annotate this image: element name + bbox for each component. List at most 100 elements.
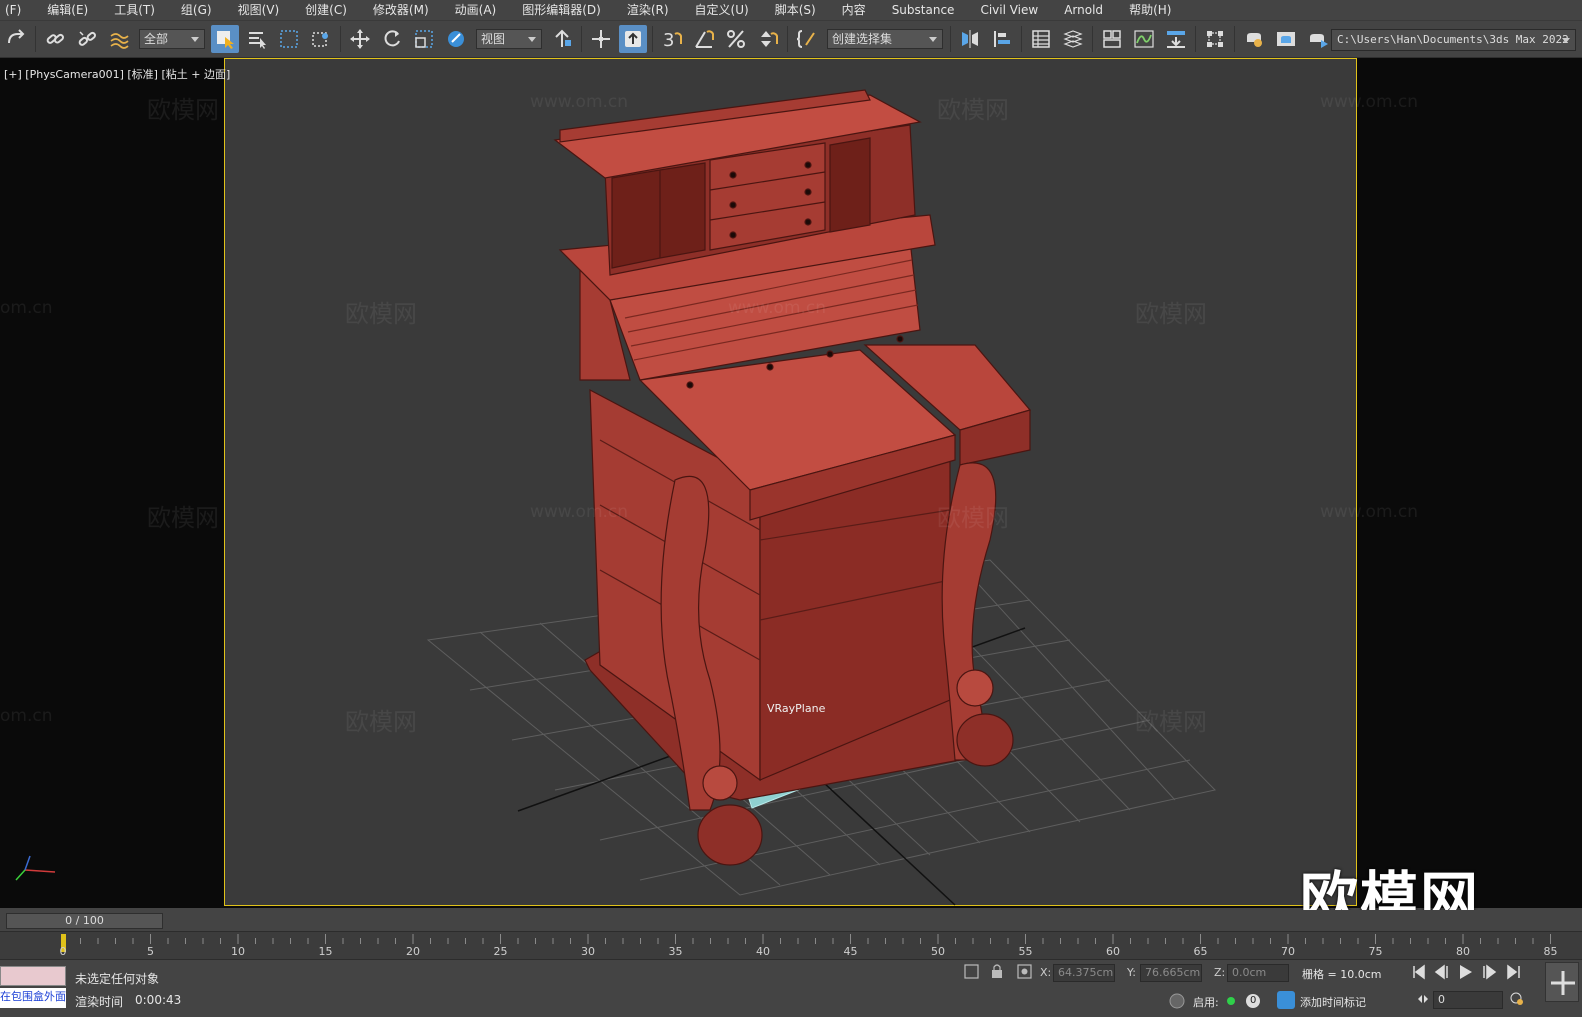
maxscript-listener-field[interactable] xyxy=(0,966,66,986)
maxscript-output[interactable]: 在包围盒外面 xyxy=(0,988,66,1008)
menu-item[interactable]: 脚本(S) xyxy=(762,0,829,20)
render-time-label: 渲染时间 xyxy=(75,995,124,1009)
adaptive-degradation xyxy=(1169,993,1260,1009)
timeline-tick-label: 55 xyxy=(1018,945,1033,958)
x-coordinate-label: X: xyxy=(1040,966,1052,979)
play-icon xyxy=(1460,965,1472,979)
named-selection-dropdown[interactable]: 创建选择集 xyxy=(827,29,943,49)
selection-filter-dropdown[interactable]: 全部 xyxy=(139,29,205,49)
x-coordinate-field[interactable]: 64.375cm xyxy=(1053,964,1115,982)
menu-item[interactable]: Substance xyxy=(879,0,968,20)
project-folder-dropdown[interactable]: C:\Users\Han\Documents\3ds Max 2022 xyxy=(1331,29,1576,51)
toolbar-separator xyxy=(35,26,36,52)
menu-item[interactable]: 动画(A) xyxy=(442,0,510,20)
toggle-ribbon-icon[interactable] xyxy=(1098,25,1126,53)
window-crossing-icon[interactable] xyxy=(307,25,335,53)
place-icon[interactable] xyxy=(442,25,470,53)
bind-space-warp-icon[interactable] xyxy=(105,25,133,53)
mirror-icon[interactable] xyxy=(956,25,984,53)
create-panel-button[interactable] xyxy=(1545,962,1579,1002)
menu-item[interactable]: 视图(V) xyxy=(225,0,293,20)
add-time-tag[interactable]: 添加时间标记 xyxy=(1300,994,1366,1010)
timeline-tick-label: 10 xyxy=(231,945,245,958)
menu-item[interactable]: 图形编辑器(D) xyxy=(509,0,614,20)
status-icons xyxy=(964,964,1032,979)
timeline-tick-label: 5 xyxy=(147,945,154,958)
rendered-frame-window-icon[interactable] xyxy=(1272,25,1300,53)
menu-item[interactable]: 组(G) xyxy=(168,0,225,20)
time-slider[interactable]: 0 / 100 xyxy=(6,913,163,929)
rotate-icon[interactable] xyxy=(378,25,406,53)
angle-snap-icon[interactable] xyxy=(690,25,718,53)
timeline-tick-label: 45 xyxy=(843,945,858,958)
svg-text:3: 3 xyxy=(663,30,674,50)
timeline-tick-label: 0 xyxy=(59,945,67,958)
toolbar-separator xyxy=(1195,26,1196,52)
layer-explorer-icon[interactable] xyxy=(1059,25,1087,53)
redo-icon[interactable] xyxy=(2,25,30,53)
snaps-toggle-icon[interactable]: 3 xyxy=(658,25,686,53)
adaptive-degradation-icon xyxy=(1169,993,1185,1009)
menu-item[interactable]: 渲染(R) xyxy=(614,0,682,20)
align-icon[interactable] xyxy=(988,25,1016,53)
menu-item[interactable]: Arnold xyxy=(1051,0,1116,20)
menu-item[interactable]: 自定义(U) xyxy=(682,0,762,20)
menu-item[interactable]: 工具(T) xyxy=(101,0,168,20)
rectangular-selection-icon[interactable] xyxy=(275,25,303,53)
move-icon[interactable] xyxy=(346,25,374,53)
scene-explorer-icon[interactable] xyxy=(1027,25,1055,53)
keyboard-shortcut-override-icon[interactable] xyxy=(619,25,647,53)
current-frame-spinner[interactable]: 0 xyxy=(1433,991,1503,1009)
viewport-label[interactable]: [+] [PhysCamera001] [标准] [粘土 + 边面] xyxy=(4,66,230,82)
time-tag-icon[interactable] xyxy=(1277,991,1295,1009)
timeline-tick-label: 65 xyxy=(1193,945,1208,958)
timeline-tick-label: 80 xyxy=(1456,945,1470,958)
material-editor-icon[interactable] xyxy=(1201,25,1229,53)
timeline-tick-label: 30 xyxy=(581,945,595,958)
reference-coordinate-dropdown[interactable]: 视图 xyxy=(476,29,542,49)
menu-item[interactable]: 编辑(E) xyxy=(34,0,101,20)
timeline-tick-label: 35 xyxy=(668,945,683,958)
enable-status-icon xyxy=(1227,997,1235,1005)
menu-item[interactable]: Civil View xyxy=(967,0,1051,20)
toolbar-separator xyxy=(652,26,653,52)
toolbar-separator xyxy=(1092,26,1093,52)
timeline-tick-label: 70 xyxy=(1281,945,1295,958)
enable-label: 启用: xyxy=(1193,996,1219,1009)
render-setup-icon[interactable] xyxy=(1240,25,1268,53)
select-manipulate-icon[interactable] xyxy=(587,25,615,53)
menu-item[interactable]: 内容 xyxy=(829,0,879,20)
previous-frame-icon xyxy=(1434,964,1448,980)
menu-item[interactable]: 创建(C) xyxy=(292,0,360,20)
scale-icon[interactable] xyxy=(410,25,438,53)
time-configuration-icon[interactable] xyxy=(1510,992,1524,1006)
vray-plane-label: VRayPlane xyxy=(767,702,826,715)
toolbar-separator xyxy=(1021,26,1022,52)
select-object-icon[interactable] xyxy=(211,25,239,53)
z-coordinate-field[interactable]: 0.0cm xyxy=(1227,964,1289,982)
link-icon[interactable] xyxy=(41,25,69,53)
curve-editor-icon[interactable] xyxy=(1130,25,1158,53)
spinner-snap-icon[interactable] xyxy=(754,25,782,53)
unlink-icon[interactable] xyxy=(73,25,101,53)
grid-spacing: 栅格 = 10.0cm xyxy=(1302,968,1382,981)
scene-render[interactable] xyxy=(0,58,1582,908)
timeline-tick-label: 25 xyxy=(493,945,508,958)
timeline-tick-label: 40 xyxy=(756,945,770,958)
select-by-name-icon[interactable] xyxy=(243,25,271,53)
go-to-start-icon xyxy=(1413,964,1425,980)
menu-item[interactable]: 修改器(M) xyxy=(360,0,442,20)
toolbar-separator xyxy=(581,26,582,52)
selection-status: 未选定任何对象 xyxy=(75,972,160,986)
render-production-icon[interactable] xyxy=(1304,25,1332,53)
schematic-view-icon[interactable] xyxy=(1162,25,1190,53)
percent-snap-icon[interactable] xyxy=(722,25,750,53)
menu-item[interactable]: (F) xyxy=(0,0,34,20)
playback-controls[interactable] xyxy=(1410,962,1535,982)
key-mode-icon[interactable] xyxy=(1418,993,1428,1003)
edit-named-selection-icon[interactable] xyxy=(793,25,821,53)
menu-bar: (F) 编辑(E) 工具(T) 组(G) 视图(V) 创建(C) 修改器(M) 动画(A) 图形… xyxy=(0,0,1582,20)
menu-item[interactable]: 帮助(H) xyxy=(1116,0,1184,20)
y-coordinate-field[interactable]: 76.665cm xyxy=(1140,964,1202,982)
pivot-center-icon[interactable] xyxy=(548,25,576,53)
